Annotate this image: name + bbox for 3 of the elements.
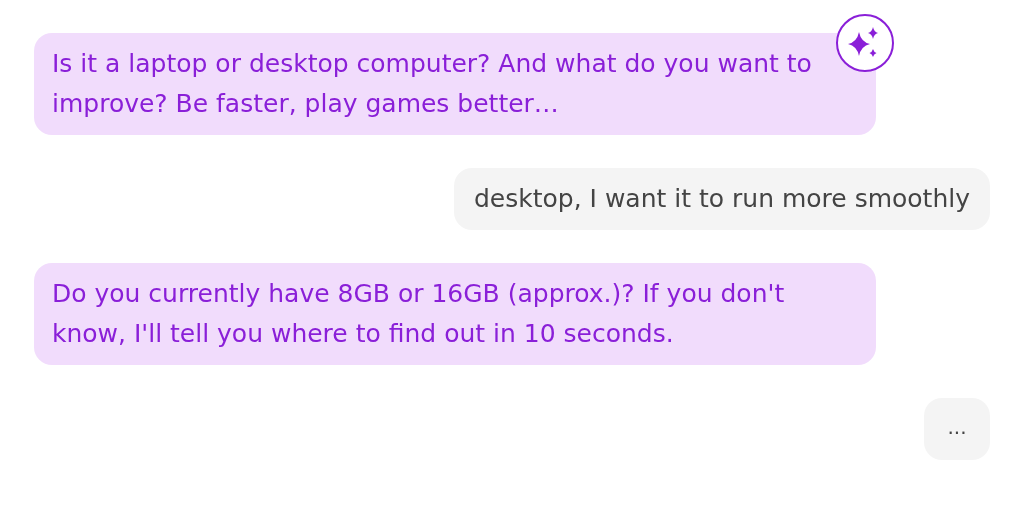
message-bubble: desktop, I want it to run more smoothly [454, 168, 990, 230]
message-bubble: Do you currently have 8GB or 16GB (approx.)? If you don't know, I'll tell you where to find out in 10 seconds. [34, 263, 876, 365]
message-bubble: ... [924, 398, 990, 460]
